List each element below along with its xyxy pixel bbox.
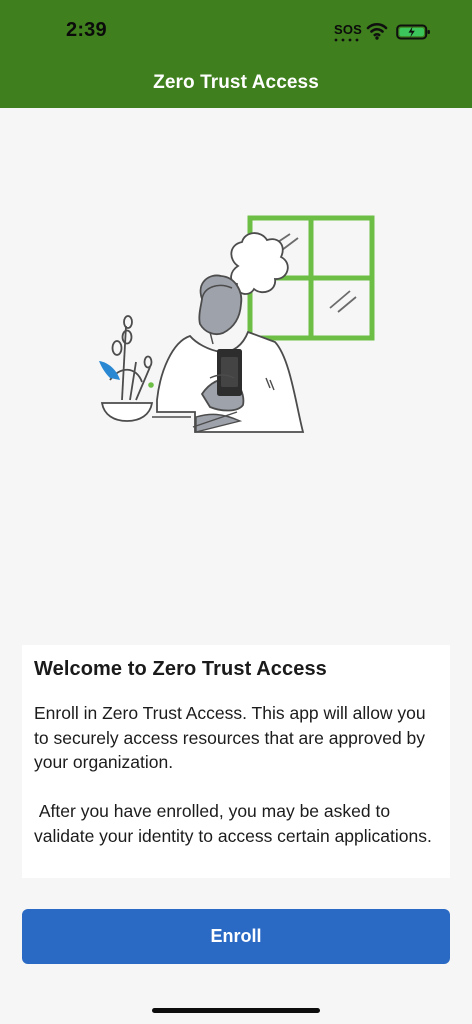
welcome-card: Welcome to Zero Trust Access Enroll in Z… (22, 645, 450, 878)
signal-dots-icon (334, 38, 359, 42)
welcome-title: Welcome to Zero Trust Access (34, 658, 327, 680)
enroll-button[interactable]: Enroll (22, 909, 450, 964)
battery-charging-icon (396, 24, 430, 40)
home-indicator[interactable] (152, 1008, 320, 1013)
person-using-phone-illustration (99, 215, 375, 433)
welcome-description: Enroll in Zero Trust Access. This app wi… (34, 703, 432, 846)
sos-indicator: SOS (334, 22, 363, 37)
status-time: 2:39 (66, 19, 107, 41)
page-title: Zero Trust Access (153, 72, 319, 93)
status-bar: 2:39 SOS (0, 0, 472, 60)
wifi-icon (366, 22, 388, 40)
